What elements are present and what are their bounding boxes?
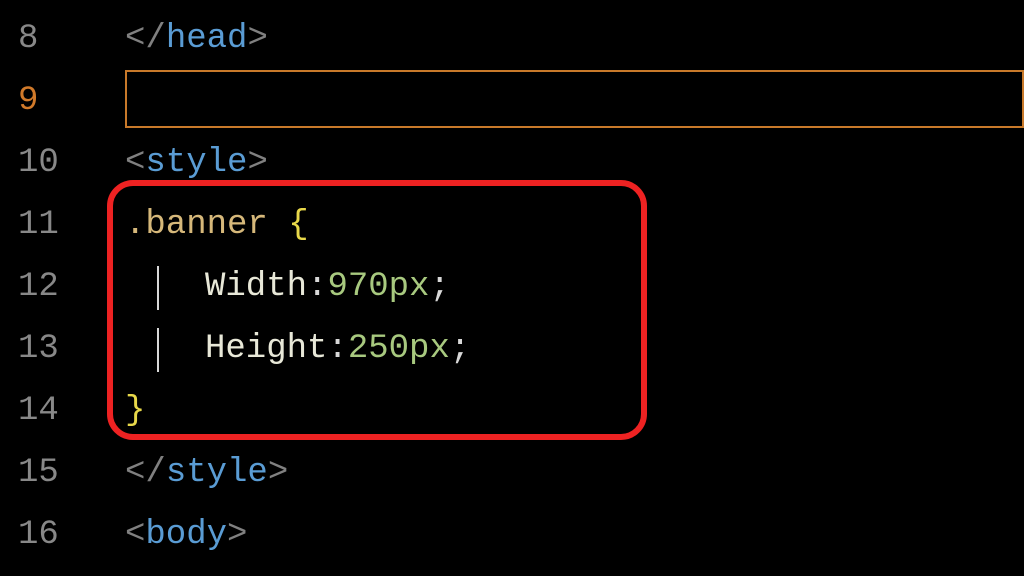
token-brace: {: [288, 206, 308, 244]
line-number: 13: [18, 318, 75, 380]
code-line[interactable]: }: [75, 380, 1024, 442]
line-number: 8: [18, 8, 75, 70]
code-line[interactable]: Height:250px;: [75, 318, 1024, 380]
token-value: 970px: [327, 268, 429, 306]
token-colon: :: [307, 268, 327, 306]
token-bracket: >: [227, 516, 247, 554]
token-property: Height: [205, 330, 327, 368]
token-colon: :: [327, 330, 347, 368]
token-tag: style: [145, 144, 247, 182]
code-line[interactable]: <style>: [75, 132, 1024, 194]
code-line[interactable]: Width:970px;: [75, 256, 1024, 318]
token-tag: head: [166, 20, 248, 58]
token-bracket: >: [247, 144, 267, 182]
code-line[interactable]: .banner {: [75, 194, 1024, 256]
code-editor[interactable]: 8 9 10 11 12 13 14 15 16 </head> <style>…: [0, 0, 1024, 576]
token-semicolon: ;: [429, 268, 449, 306]
line-number: 12: [18, 256, 75, 318]
code-line-current[interactable]: [75, 70, 1024, 132]
token-bracket: >: [268, 454, 288, 492]
line-number-gutter: 8 9 10 11 12 13 14 15 16: [0, 0, 75, 576]
line-number: 15: [18, 442, 75, 504]
token-bracket: </: [125, 20, 166, 58]
code-area[interactable]: </head> <style> .banner { Width:970px; H…: [75, 0, 1024, 576]
code-line[interactable]: <body>: [75, 504, 1024, 566]
code-line[interactable]: </head>: [75, 8, 1024, 70]
line-number: 16: [18, 504, 75, 566]
line-number-current: 9: [18, 70, 75, 132]
line-number: 10: [18, 132, 75, 194]
token-brace: }: [125, 392, 145, 430]
token-bracket: </: [125, 454, 166, 492]
token-semicolon: ;: [450, 330, 470, 368]
code-line[interactable]: </style>: [75, 442, 1024, 504]
token-selector: .banner: [125, 206, 288, 244]
line-number: 14: [18, 380, 75, 442]
token-value: 250px: [348, 330, 450, 368]
token-property: Width: [205, 268, 307, 306]
indent-guide: [157, 328, 159, 372]
token-bracket: <: [125, 144, 145, 182]
token-bracket: <: [125, 516, 145, 554]
token-tag: style: [166, 454, 268, 492]
token-tag: body: [145, 516, 227, 554]
indent-guide: [157, 266, 159, 310]
token-bracket: >: [247, 20, 267, 58]
line-number: 11: [18, 194, 75, 256]
